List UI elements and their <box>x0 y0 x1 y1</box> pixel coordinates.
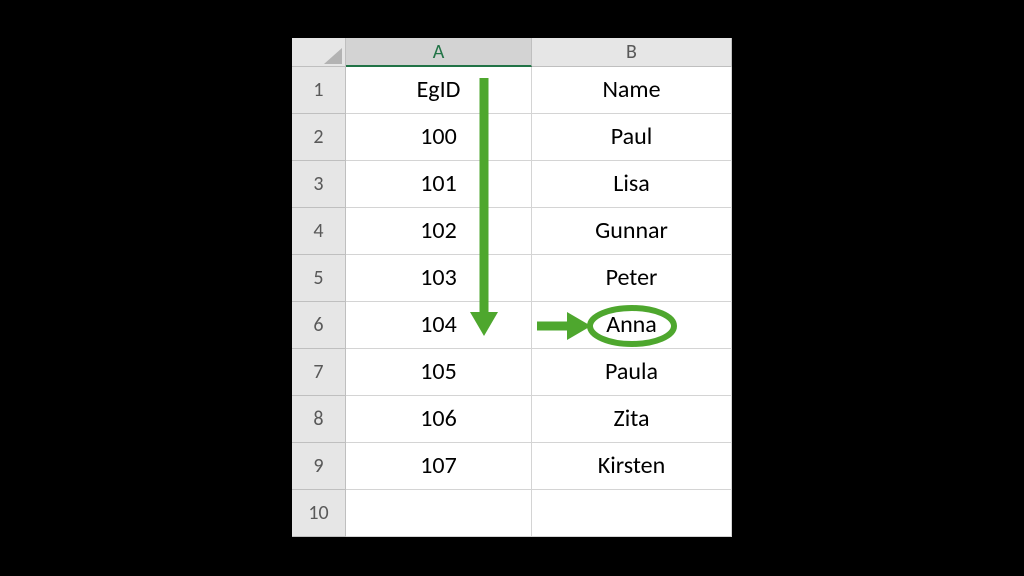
spreadsheet: A B 1 EgID Name 2 100 Paul 3 101 Lisa 4 … <box>292 38 732 537</box>
cell-a9[interactable]: 107 <box>346 443 532 490</box>
row-header[interactable]: 5 <box>292 255 346 302</box>
select-all-triangle-icon <box>324 48 342 64</box>
table-row: 10 <box>292 490 732 537</box>
cell-a10[interactable] <box>346 490 532 537</box>
row-header[interactable]: 3 <box>292 161 346 208</box>
row-header[interactable]: 10 <box>292 490 346 537</box>
cell-b2[interactable]: Paul <box>532 114 732 161</box>
row-header[interactable]: 8 <box>292 396 346 443</box>
table-row: 4 102 Gunnar <box>292 208 732 255</box>
table-row: 5 103 Peter <box>292 255 732 302</box>
cell-b8[interactable]: Zita <box>532 396 732 443</box>
cell-a2[interactable]: 100 <box>346 114 532 161</box>
row-header[interactable]: 1 <box>292 67 346 114</box>
cell-b7[interactable]: Paula <box>532 349 732 396</box>
cell-a3[interactable]: 101 <box>346 161 532 208</box>
row-header[interactable]: 4 <box>292 208 346 255</box>
select-all-corner[interactable] <box>292 38 346 67</box>
cell-b9[interactable]: Kirsten <box>532 443 732 490</box>
cell-b4[interactable]: Gunnar <box>532 208 732 255</box>
cell-b3[interactable]: Lisa <box>532 161 732 208</box>
table-row: 6 104 Anna <box>292 302 732 349</box>
cell-a1[interactable]: EgID <box>346 67 532 114</box>
row-header[interactable]: 9 <box>292 443 346 490</box>
cell-a5[interactable]: 103 <box>346 255 532 302</box>
column-header-b[interactable]: B <box>532 38 732 67</box>
row-header[interactable]: 6 <box>292 302 346 349</box>
cell-b5[interactable]: Peter <box>532 255 732 302</box>
column-header-a[interactable]: A <box>346 38 532 67</box>
cell-b10[interactable] <box>532 490 732 537</box>
table-row: 7 105 Paula <box>292 349 732 396</box>
cell-a8[interactable]: 106 <box>346 396 532 443</box>
cell-a7[interactable]: 105 <box>346 349 532 396</box>
table-row: 8 106 Zita <box>292 396 732 443</box>
cell-a4[interactable]: 102 <box>346 208 532 255</box>
table-row: 9 107 Kirsten <box>292 443 732 490</box>
cell-a6[interactable]: 104 <box>346 302 532 349</box>
row-header[interactable]: 2 <box>292 114 346 161</box>
cell-b1[interactable]: Name <box>532 67 732 114</box>
table-row: 2 100 Paul <box>292 114 732 161</box>
column-header-row: A B <box>292 38 732 67</box>
table-row: 3 101 Lisa <box>292 161 732 208</box>
cell-b6[interactable]: Anna <box>532 302 732 349</box>
row-header[interactable]: 7 <box>292 349 346 396</box>
table-row: 1 EgID Name <box>292 67 732 114</box>
